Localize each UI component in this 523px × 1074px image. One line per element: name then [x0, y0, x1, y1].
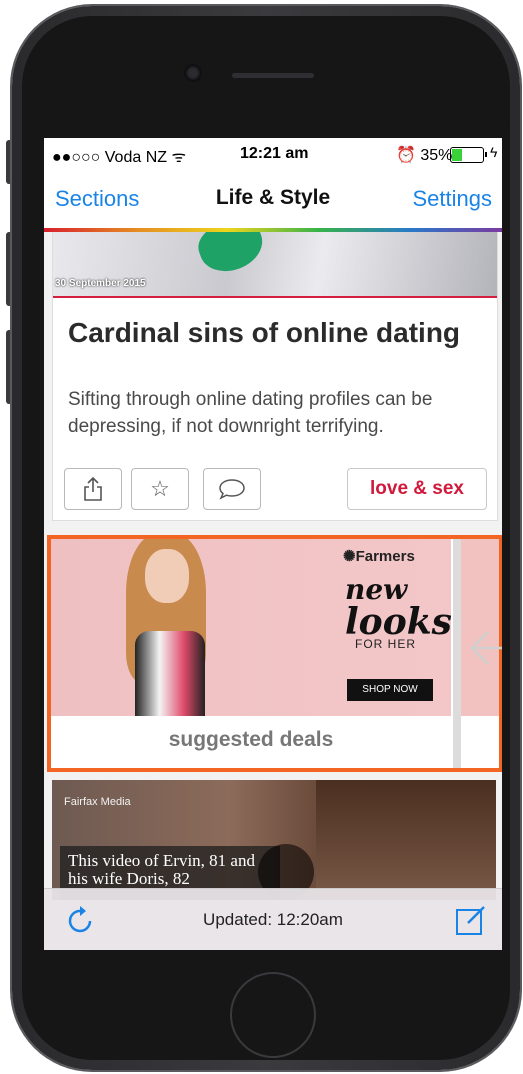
- star-icon: ☆: [150, 476, 170, 501]
- category-tag[interactable]: love & sex: [347, 468, 487, 510]
- front-camera: [186, 66, 200, 80]
- article-description: Sifting through online dating profiles c…: [68, 389, 433, 437]
- carousel-divider: [453, 539, 461, 768]
- battery-tip: [485, 152, 487, 157]
- comment-button[interactable]: [203, 468, 261, 510]
- shop-now-button[interactable]: SHOP NOW: [347, 679, 433, 701]
- updated-timestamp: Updated: 12:20am: [203, 910, 343, 929]
- image-accent-strip: [53, 296, 497, 298]
- comment-icon: [219, 479, 245, 500]
- ad-subtitle: FOR HER: [355, 637, 416, 651]
- favourite-button[interactable]: ☆: [131, 468, 189, 510]
- ad-banner[interactable]: ✺Farmers new looks FOR HER SHOP NOW: [51, 539, 451, 716]
- compose-icon[interactable]: [454, 903, 488, 937]
- ad-highlight-frame: ✺Farmers new looks FOR HER SHOP NOW sugge…: [47, 535, 502, 772]
- article-date: 30 September 2015: [55, 278, 146, 289]
- share-button[interactable]: [64, 468, 122, 510]
- phone-screen: ●●○○○ Voda NZ ᯤ 12:21 am ⏰ 35% ϟ Life & …: [44, 138, 502, 950]
- model-top: [135, 631, 205, 716]
- article-card[interactable]: 30 September 2015 Cardinal sins of onlin…: [52, 232, 498, 521]
- video-card[interactable]: Fairfax Media This video of Ervin, 81 an…: [52, 780, 496, 900]
- home-button[interactable]: [230, 972, 316, 1058]
- battery-fill: [452, 149, 462, 161]
- carrier-label: ●●○○○ Voda NZ ᯤ: [52, 149, 187, 166]
- settings-button[interactable]: Settings: [413, 186, 493, 212]
- navigation-bar: Life & Style Sections Settings: [44, 170, 502, 229]
- status-bar: ●●○○○ Voda NZ ᯤ 12:21 am ⏰ 35% ϟ: [44, 138, 502, 170]
- speaker-grille: [232, 73, 314, 78]
- battery-percent: ⏰ 35%: [396, 147, 453, 164]
- heart-graphic: [192, 232, 270, 280]
- share-icon: [84, 476, 102, 501]
- model-face: [145, 549, 189, 603]
- status-time: 12:21 am: [240, 145, 309, 162]
- ad-brand: ✺Farmers: [343, 548, 415, 565]
- video-thumbnail-right: [316, 780, 496, 900]
- battery-icon: [450, 147, 484, 163]
- swipe-arrow-icon: [470, 631, 502, 665]
- suggested-deals-label: suggested deals: [51, 716, 451, 764]
- video-logo: Fairfax Media: [64, 796, 131, 808]
- ad-tagline: new looks: [345, 573, 451, 643]
- bottom-toolbar: Updated: 12:20am: [44, 888, 502, 950]
- sections-button[interactable]: Sections: [55, 186, 139, 212]
- next-ad-peek[interactable]: [461, 539, 499, 716]
- charging-icon: ϟ: [490, 144, 498, 160]
- article-title[interactable]: Cardinal sins of online dating: [68, 316, 488, 350]
- article-image[interactable]: 30 September 2015: [53, 232, 497, 298]
